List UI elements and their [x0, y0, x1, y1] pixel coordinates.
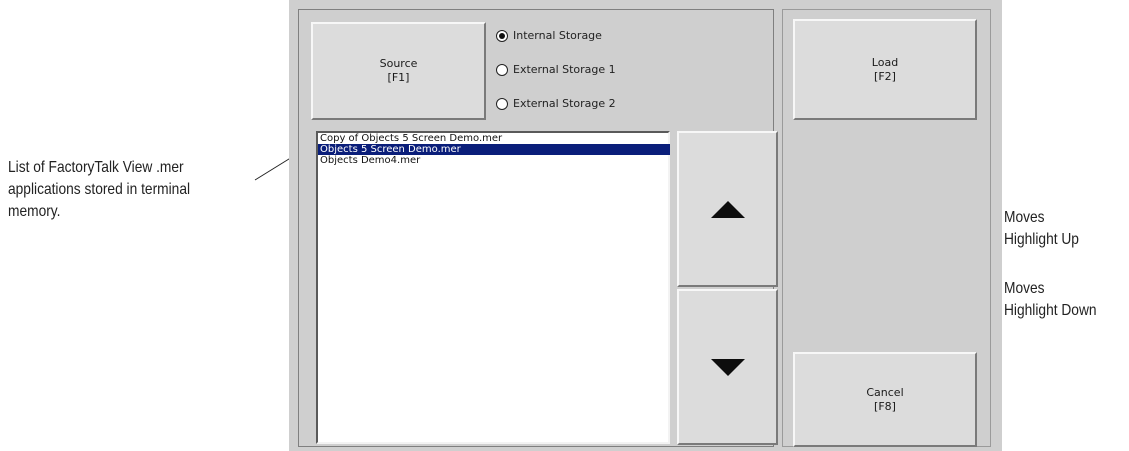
radio-label: External Storage 1 — [513, 63, 616, 76]
radio-icon — [496, 29, 508, 42]
radio-internal-storage[interactable]: Internal Storage — [496, 29, 602, 42]
radio-label: External Storage 2 — [513, 97, 616, 110]
triangle-down-icon — [710, 358, 745, 376]
source-button-label: Source [F1] — [379, 57, 418, 84]
scroll-up-button[interactable] — [677, 131, 778, 287]
cancel-button[interactable]: Cancel [F8] — [793, 352, 977, 447]
load-button-label: Load [F2] — [871, 55, 899, 83]
radio-external-storage-1[interactable]: External Storage 1 — [496, 63, 616, 76]
radio-label: Internal Storage — [513, 29, 602, 42]
cancel-button-label: Cancel [F8] — [866, 385, 904, 413]
list-item[interactable]: Copy of Objects 5 Screen Demo.mer — [318, 133, 668, 144]
radio-icon — [496, 97, 508, 110]
source-button[interactable]: Source [F1] — [311, 22, 486, 120]
triangle-up-icon — [710, 200, 745, 218]
radio-external-storage-2[interactable]: External Storage 2 — [496, 97, 616, 110]
load-button[interactable]: Load [F2] — [793, 19, 977, 120]
radio-icon — [496, 63, 508, 76]
list-item[interactable]: Objects Demo4.mer — [318, 155, 668, 166]
annotation-list: List of FactoryTalk View .mer applicatio… — [8, 159, 191, 220]
application-list[interactable]: Copy of Objects 5 Screen Demo.mer Object… — [316, 131, 670, 444]
annotation-highlight-down: Moves Highlight Down — [1004, 280, 1097, 319]
list-item-selected[interactable]: Objects 5 Screen Demo.mer — [318, 144, 670, 155]
scroll-down-button[interactable] — [677, 289, 778, 445]
annotation-highlight-up: Moves Highlight Up — [1004, 209, 1079, 248]
